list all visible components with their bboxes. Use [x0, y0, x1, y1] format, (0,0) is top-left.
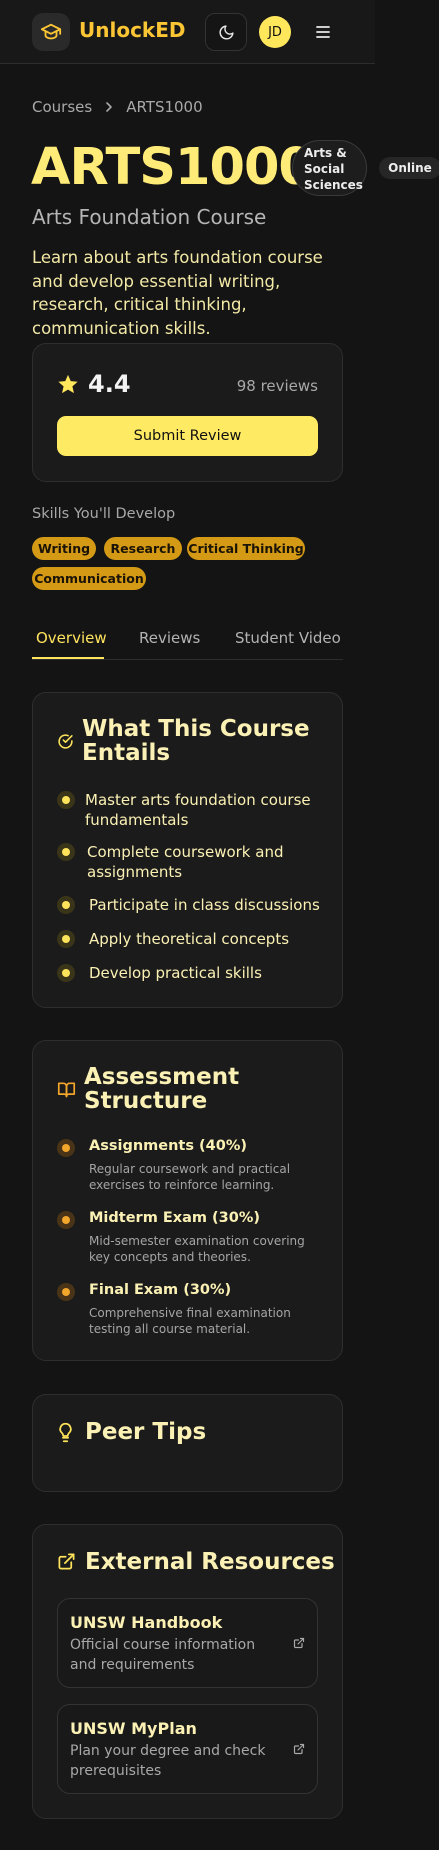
active-tab-indicator — [32, 657, 104, 659]
tab-overview[interactable]: Overview — [36, 629, 107, 647]
skill-chip: Critical Thinking — [187, 537, 305, 560]
breadcrumb-courses-link[interactable]: Courses — [32, 98, 92, 116]
menu-icon — [316, 26, 330, 38]
chevron-right-icon — [106, 102, 112, 112]
tab-bar: Overview Reviews Student Video — [32, 614, 343, 660]
skill-chip: Writing — [32, 537, 96, 560]
skill-chip: Research — [104, 537, 182, 560]
assessment-item-desc: Regular coursework and practical exercis… — [89, 1162, 291, 1192]
assessment-item-title: Final Exam (30%) — [89, 1282, 232, 1298]
list-bullet — [57, 1283, 75, 1301]
section-title: External Resources — [85, 1549, 335, 1575]
reviews-count: 98 reviews — [236, 377, 318, 395]
graduation-cap-icon — [40, 23, 62, 40]
resource-link-title: UNSW MyPlan — [70, 1719, 197, 1738]
list-bullet — [57, 843, 75, 861]
breadcrumb-current: ARTS1000 — [126, 98, 203, 116]
external-link-icon — [293, 1743, 305, 1755]
theme-toggle-button[interactable] — [205, 13, 247, 51]
check-circle-icon — [58, 734, 73, 749]
external-link-icon — [58, 1553, 75, 1570]
assessment-item-title: Midterm Exam (30%) — [89, 1210, 261, 1226]
external-link-icon — [293, 1637, 305, 1649]
list-item: Participate in class discussions — [89, 896, 320, 914]
resource-link-desc: Plan your degree and check prerequisites — [70, 1743, 266, 1779]
resource-link-title: UNSW Handbook — [70, 1613, 223, 1632]
assessment-card: Assessment Structure Assignments (40%) R… — [32, 1040, 343, 1361]
list-item: Develop practical skills — [89, 964, 262, 982]
resource-link-myplan[interactable]: UNSW MyPlan Plan your degree and check p… — [57, 1704, 318, 1794]
lightbulb-icon — [59, 1422, 72, 1443]
brand-name[interactable]: UnlockED — [79, 18, 186, 42]
moon-icon — [219, 24, 234, 39]
menu-button[interactable] — [312, 20, 334, 44]
section-title: Peer Tips — [85, 1419, 207, 1445]
assessment-item-title: Assignments (40%) — [89, 1138, 247, 1154]
course-description: Learn about arts foundation course and d… — [32, 248, 323, 338]
skills-label: Skills You'll Develop — [32, 506, 176, 522]
list-bullet — [57, 791, 75, 809]
top-nav-bar: UnlockED JD — [0, 0, 375, 64]
breadcrumb: Courses ARTS1000 — [32, 98, 203, 116]
list-item: Complete coursework and assignments — [87, 843, 284, 881]
avatar[interactable]: JD — [259, 16, 291, 48]
list-bullet — [57, 930, 75, 948]
list-bullet — [57, 896, 75, 914]
tab-student-video[interactable]: Student Video — [235, 629, 341, 647]
list-bullet — [57, 1139, 75, 1157]
skill-chip: Communication — [32, 567, 146, 590]
resource-link-handbook[interactable]: UNSW Handbook Official course informatio… — [57, 1598, 318, 1688]
section-title: Assessment Structure — [84, 1064, 240, 1114]
list-bullet — [57, 964, 75, 982]
page-title: ARTS1000 — [31, 138, 314, 197]
submit-review-button[interactable]: Submit Review — [57, 416, 318, 456]
list-bullet — [57, 1211, 75, 1229]
course-name: Arts Foundation Course — [32, 205, 267, 229]
assessment-item-desc: Comprehensive final examination testing … — [89, 1306, 291, 1336]
section-title: What This Course Entails — [82, 716, 310, 766]
faculty-badge: Arts & Social Sciences — [292, 140, 367, 196]
mode-badge: Online — [379, 157, 439, 179]
peer-tips-card: Peer Tips — [32, 1394, 343, 1492]
logo[interactable] — [32, 13, 70, 51]
resource-link-desc: Official course information and requirem… — [70, 1637, 256, 1673]
course-entails-card: What This Course Entails Master arts fou… — [32, 692, 343, 1008]
list-item: Apply theoretical concepts — [89, 930, 290, 948]
list-item: Master arts foundation course fundamenta… — [85, 791, 311, 829]
tab-reviews[interactable]: Reviews — [139, 629, 200, 647]
book-open-icon — [57, 1082, 76, 1098]
rating-card: 4.4 98 reviews Submit Review — [32, 343, 343, 482]
external-resources-card: External Resources UNSW Handbook Officia… — [32, 1524, 343, 1819]
assessment-item-desc: Mid-semester examination covering key co… — [89, 1234, 305, 1264]
rating-value: 4.4 — [57, 370, 131, 398]
star-icon — [58, 374, 78, 394]
